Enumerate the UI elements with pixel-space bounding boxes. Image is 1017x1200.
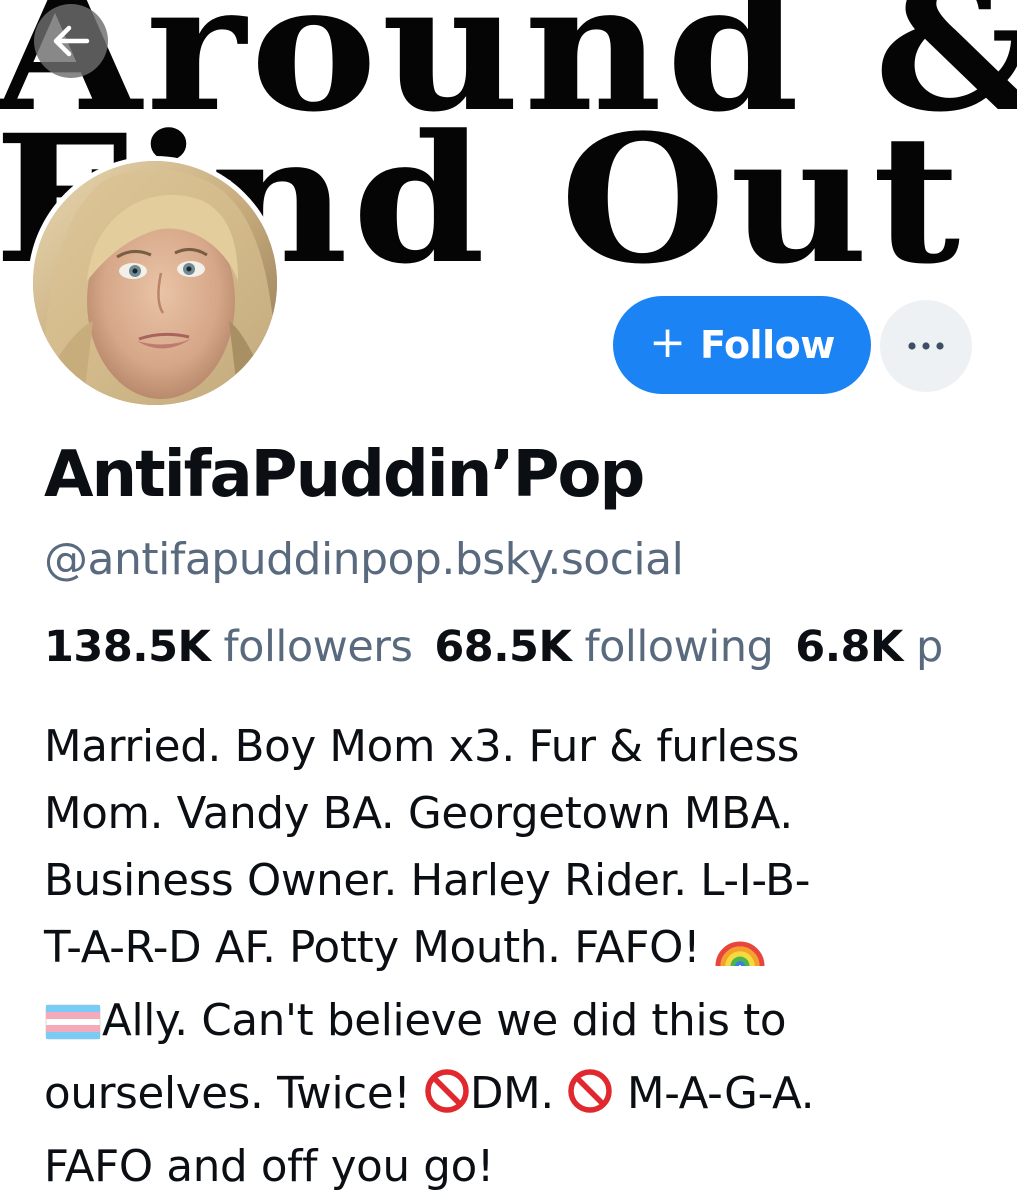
followers-stat[interactable]: 138.5K followers <box>44 622 413 672</box>
bio-line: FAFO and off you go! <box>44 1142 495 1192</box>
bio-text: ourselves. Twice! <box>44 1069 424 1119</box>
profile-bio: Married. Boy Mom x3. Fur & furless Mom. … <box>44 714 1004 1200</box>
display-name: AntifaPuddin’Pop <box>44 438 645 512</box>
avatar[interactable] <box>28 156 282 410</box>
prohibited-emoji-icon <box>424 1067 470 1134</box>
following-label: following <box>584 622 774 672</box>
bio-line: Mom. Vandy BA. Georgetown MBA. <box>44 789 793 839</box>
following-stat[interactable]: 68.5K following <box>434 622 773 672</box>
bio-text: DM. <box>469 1069 568 1119</box>
bio-line: ourselves. Twice! DM. M-A-G-A. <box>44 1061 1004 1134</box>
following-count: 68.5K <box>434 622 572 672</box>
bio-text: M-A-G-A. <box>613 1069 815 1119</box>
rainbow-emoji-icon <box>714 920 766 988</box>
bio-line: T-A-R-D AF. Potty Mouth. FAFO! <box>44 915 1004 988</box>
follow-button[interactable]: + Follow <box>613 296 871 394</box>
bio-line: Business Owner. Harley Rider. L-I-B- <box>44 856 811 906</box>
profile-stats: 138.5K followers 68.5K following 6.8K p <box>44 622 1017 672</box>
bio-text: T-A-R-D AF. Potty Mouth. FAFO! <box>44 923 714 973</box>
bio-line: Married. Boy Mom x3. Fur & furless <box>44 722 800 772</box>
posts-stat: 6.8K p <box>795 622 943 672</box>
prohibited-emoji-icon <box>567 1067 613 1134</box>
bio-text: Ally. Can't believe we did this to <box>102 996 787 1046</box>
follow-button-label: Follow <box>700 323 835 367</box>
posts-count: 6.8K <box>795 622 903 672</box>
bio-line: Ally. Can't believe we did this to <box>44 988 1004 1061</box>
followers-label: followers <box>223 622 413 672</box>
followers-count: 138.5K <box>44 622 211 672</box>
ellipsis-icon <box>908 342 944 350</box>
profile-handle: @antifapuddinpop.bsky.social <box>44 534 684 585</box>
profile-page: Around & Find Out + Follow AntifaPuddin’… <box>0 0 1017 1200</box>
more-options-button[interactable] <box>880 300 972 392</box>
arrow-left-icon <box>53 25 90 57</box>
transgender-flag-emoji-icon <box>44 994 102 1061</box>
avatar-photo <box>33 161 277 405</box>
back-button[interactable] <box>34 4 108 78</box>
posts-label: p <box>915 622 943 672</box>
plus-icon: + <box>649 317 687 368</box>
